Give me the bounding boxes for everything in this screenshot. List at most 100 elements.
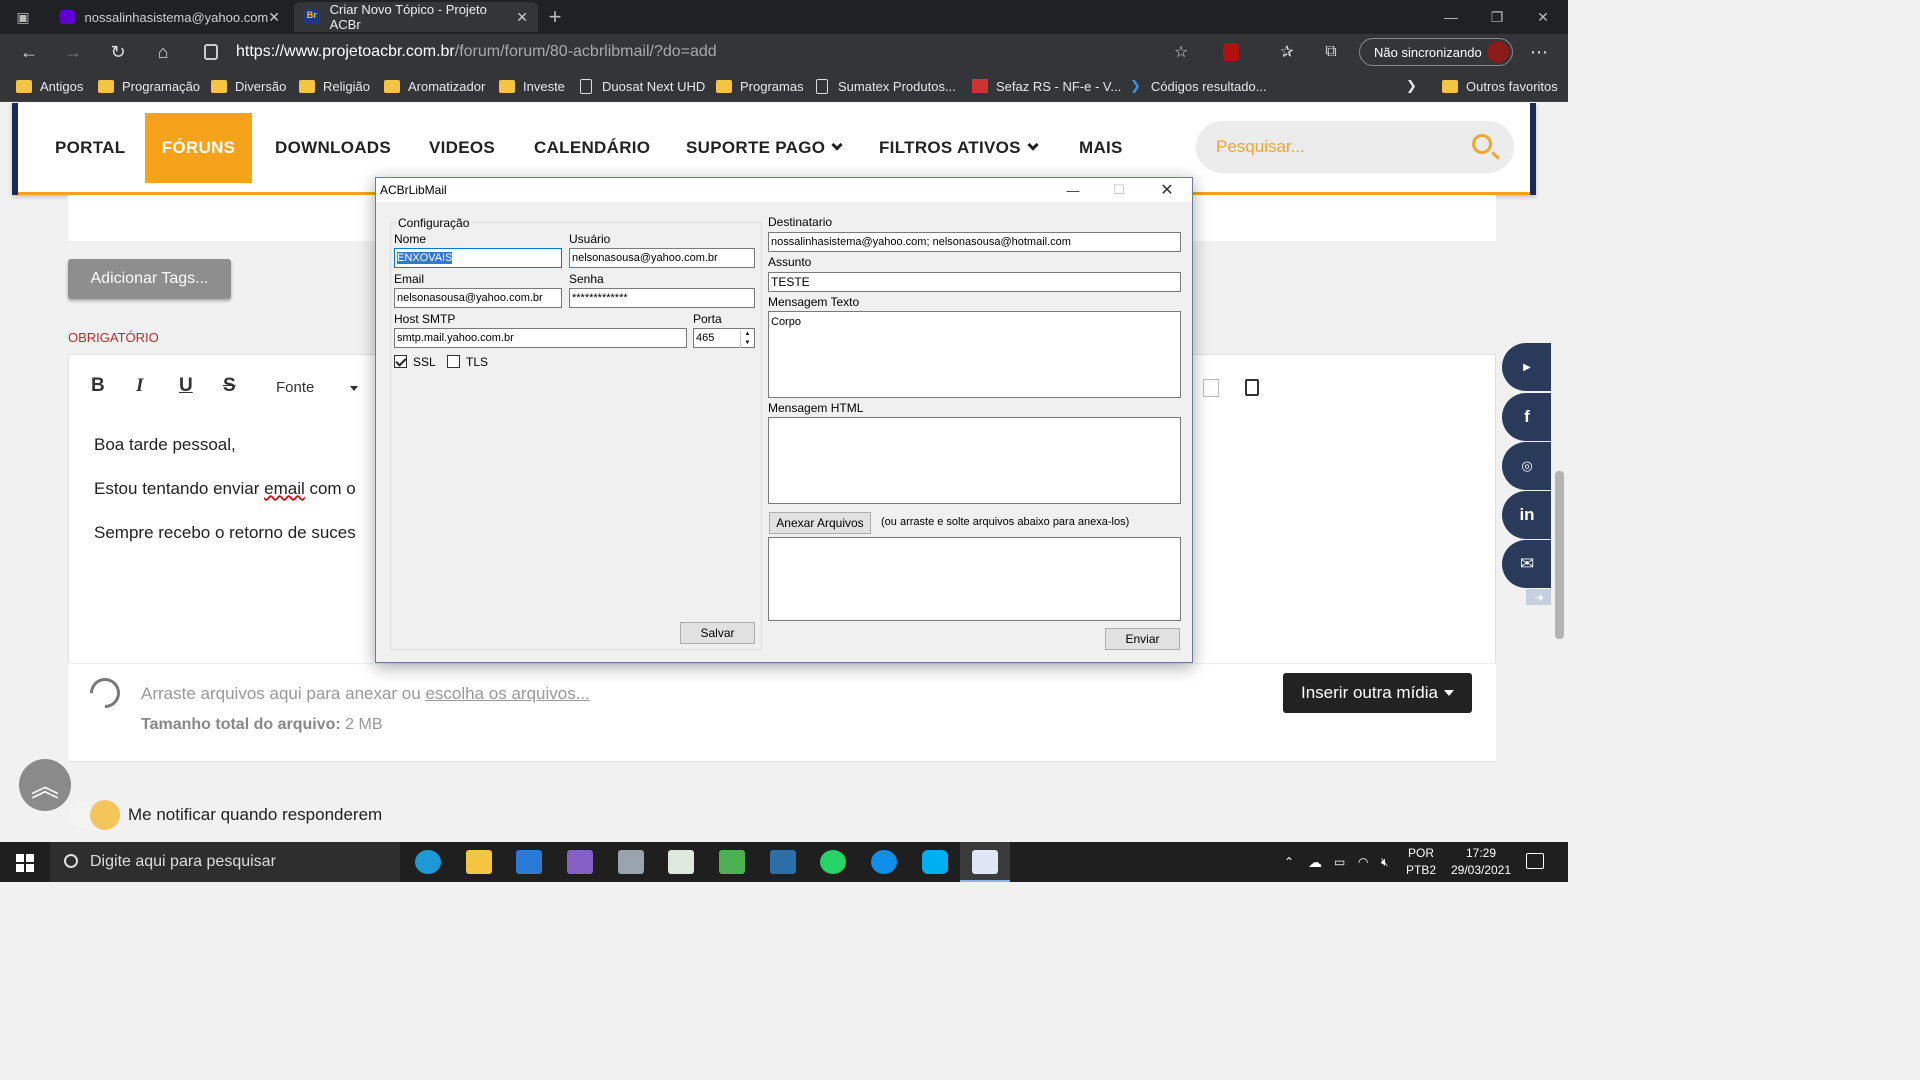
remote-desktop-icon[interactable]	[618, 850, 644, 874]
choose-files-link[interactable]: escolha os arquivos...	[425, 684, 589, 703]
dialog-close-icon[interactable]: ✕	[1144, 178, 1190, 202]
preview-icon[interactable]	[1245, 379, 1259, 396]
menu-calendario[interactable]: CALENDÁRIO	[534, 113, 650, 183]
wifi-icon[interactable]: ◠	[1358, 842, 1368, 882]
taskbar-search-input[interactable]: Digite aqui para pesquisar	[50, 842, 400, 882]
edge-app-icon[interactable]	[415, 850, 441, 874]
destinatario-field[interactable]: nossalinhasistema@yahoo.com; nelsonasous…	[768, 232, 1181, 252]
app-x-icon[interactable]	[770, 850, 796, 874]
taskbar-clock[interactable]: 17:29 29/03/2021	[1446, 845, 1516, 879]
teamviewer-icon[interactable]	[871, 850, 897, 874]
language-indicator[interactable]: POR PTB2	[1406, 842, 1436, 882]
underline-button[interactable]: U	[179, 375, 193, 397]
file-explorer-icon[interactable]	[466, 850, 492, 874]
url-field[interactable]: https://www.projetoacbr.com.br /forum/fo…	[196, 38, 1206, 66]
app-green-icon[interactable]	[719, 850, 745, 874]
fav-sefaz[interactable]: Sefaz RS - NF-e - V...	[972, 77, 1121, 95]
fav-programacao[interactable]: Programação	[98, 77, 200, 95]
ublock-extension-icon[interactable]	[1216, 38, 1246, 66]
fav-programas[interactable]: Programas	[716, 77, 804, 95]
back-icon[interactable]: ←	[14, 38, 44, 66]
youtube-icon[interactable]: ▶	[1502, 343, 1552, 391]
font-select[interactable]: Fonte	[276, 379, 314, 396]
fav-diversao[interactable]: Diversão	[211, 77, 286, 95]
notifications-icon[interactable]	[1526, 853, 1544, 869]
visual-studio-icon[interactable]	[567, 850, 593, 874]
fav-sumatex[interactable]: Sumatex Produtos...	[816, 77, 956, 95]
refresh-icon[interactable]: ↻	[103, 38, 133, 66]
host-smtp-field[interactable]: smtp.mail.yahoo.com.br	[394, 328, 687, 348]
fav-antigos[interactable]: Antigos	[16, 77, 83, 95]
menu-foruns[interactable]: FÓRUNS	[145, 113, 252, 183]
insert-media-button[interactable]: Inserir outra mídia	[1283, 673, 1472, 713]
notify-toggle[interactable]	[68, 800, 120, 830]
attachment-dropzone[interactable]: Arraste arquivos aqui para anexar ou esc…	[68, 663, 1496, 761]
fav-religiao[interactable]: Religião	[299, 77, 370, 95]
email-icon[interactable]: ✉	[1502, 540, 1552, 588]
close-window-icon[interactable]: ✕	[1520, 0, 1566, 34]
app-fpl-icon[interactable]	[668, 850, 694, 874]
scroll-to-top-icon[interactable]: ︽	[19, 759, 71, 811]
skype-icon[interactable]	[922, 850, 948, 874]
menu-videos[interactable]: VIDEOS	[429, 113, 495, 183]
onedrive-icon[interactable]: ☁	[1308, 842, 1322, 882]
dialog-maximize-icon[interactable]: ☐	[1096, 178, 1142, 202]
nome-field[interactable]: ENXOVAIS	[394, 248, 562, 268]
fav-duosat[interactable]: Duosat Next UHD	[580, 77, 705, 95]
mensagem-texto-field[interactable]: Corpo	[768, 311, 1181, 398]
porta-spinner[interactable]: ▲ ▼	[740, 330, 754, 348]
italic-button[interactable]: I	[136, 375, 143, 397]
senha-field[interactable]: *************	[569, 288, 755, 308]
minimize-window-icon[interactable]: —	[1428, 0, 1474, 34]
salvar-button[interactable]: Salvar	[680, 622, 755, 644]
enviar-button[interactable]: Enviar	[1105, 628, 1180, 650]
fav-codigos[interactable]: ❯ Códigos resultado...	[1130, 77, 1267, 95]
volume-muted-icon[interactable]: 🔇︎	[1381, 842, 1389, 882]
favorites-overflow-icon[interactable]: ❯	[1406, 77, 1417, 95]
favorites-icon[interactable]: ✰	[1272, 38, 1302, 66]
tab-close-icon[interactable]: ✕	[268, 9, 280, 26]
add-favorite-icon[interactable]: ☆	[1166, 38, 1196, 66]
template-icon[interactable]	[1203, 379, 1219, 397]
usuario-field[interactable]: nelsonasousa@yahoo.com.br	[569, 248, 755, 268]
tls-checkbox[interactable]	[447, 355, 460, 368]
strikethrough-button[interactable]: S	[223, 375, 236, 397]
site-search-input[interactable]: Pesquisar...	[1196, 121, 1514, 173]
restore-window-icon[interactable]: ❐	[1474, 0, 1520, 34]
menu-downloads[interactable]: DOWNLOADS	[275, 113, 391, 183]
page-scrollbar[interactable]	[1551, 103, 1568, 842]
windows-start-icon[interactable]	[16, 854, 34, 872]
battery-icon[interactable]: ▭	[1334, 842, 1345, 882]
menu-portal[interactable]: PORTAL	[55, 113, 125, 183]
email-field[interactable]: nelsonasousa@yahoo.com.br	[394, 288, 562, 308]
mensagem-html-field[interactable]	[768, 417, 1181, 504]
linkedin-icon[interactable]: in	[1502, 491, 1552, 539]
acbrlibmail-taskbar-button[interactable]	[960, 842, 1010, 882]
add-tags-button[interactable]: Adicionar Tags...	[68, 259, 231, 299]
scrollbar-thumb[interactable]	[1555, 471, 1564, 639]
profile-sync-button[interactable]: Não sincronizando	[1359, 38, 1513, 66]
forward-icon[interactable]: →	[58, 38, 88, 66]
menu-filtros-ativos[interactable]: FILTROS ATIVOS	[879, 113, 1039, 183]
bold-button[interactable]: B	[91, 375, 105, 397]
tab-actions-icon[interactable]: ▣	[0, 0, 46, 34]
dialog-minimize-icon[interactable]: —	[1050, 178, 1096, 202]
fav-investe[interactable]: Investe	[499, 77, 565, 95]
more-options-icon[interactable]: ⋯	[1524, 38, 1554, 66]
facebook-icon[interactable]: f	[1502, 393, 1552, 441]
collections-icon[interactable]: ⧉	[1316, 38, 1346, 66]
fav-aromatizador[interactable]: Aromatizador	[384, 77, 485, 95]
anexar-arquivos-button[interactable]: Anexar Arquivos	[769, 512, 871, 534]
collapse-social-icon[interactable]: ➔	[1526, 589, 1552, 605]
ssl-checkbox[interactable]	[394, 355, 407, 368]
tray-overflow-icon[interactable]: ⌃	[1284, 842, 1294, 882]
tab-yahoo-mail[interactable]: nossalinhasistema@yahoo.com ✕	[50, 2, 290, 32]
menu-mais[interactable]: MAIS	[1079, 113, 1123, 183]
mail-app-icon[interactable]	[516, 850, 542, 874]
fav-outros[interactable]: Outros favoritos	[1442, 77, 1558, 95]
menu-suporte-pago[interactable]: SUPORTE PAGO	[686, 113, 843, 183]
tab-close-icon[interactable]: ✕	[516, 9, 528, 26]
tab-projeto-acbr[interactable]: Br Criar Novo Tópico - Projeto ACBr ✕	[294, 2, 538, 32]
home-icon[interactable]: ⌂	[148, 38, 178, 66]
assunto-field[interactable]: TESTE	[768, 272, 1181, 292]
